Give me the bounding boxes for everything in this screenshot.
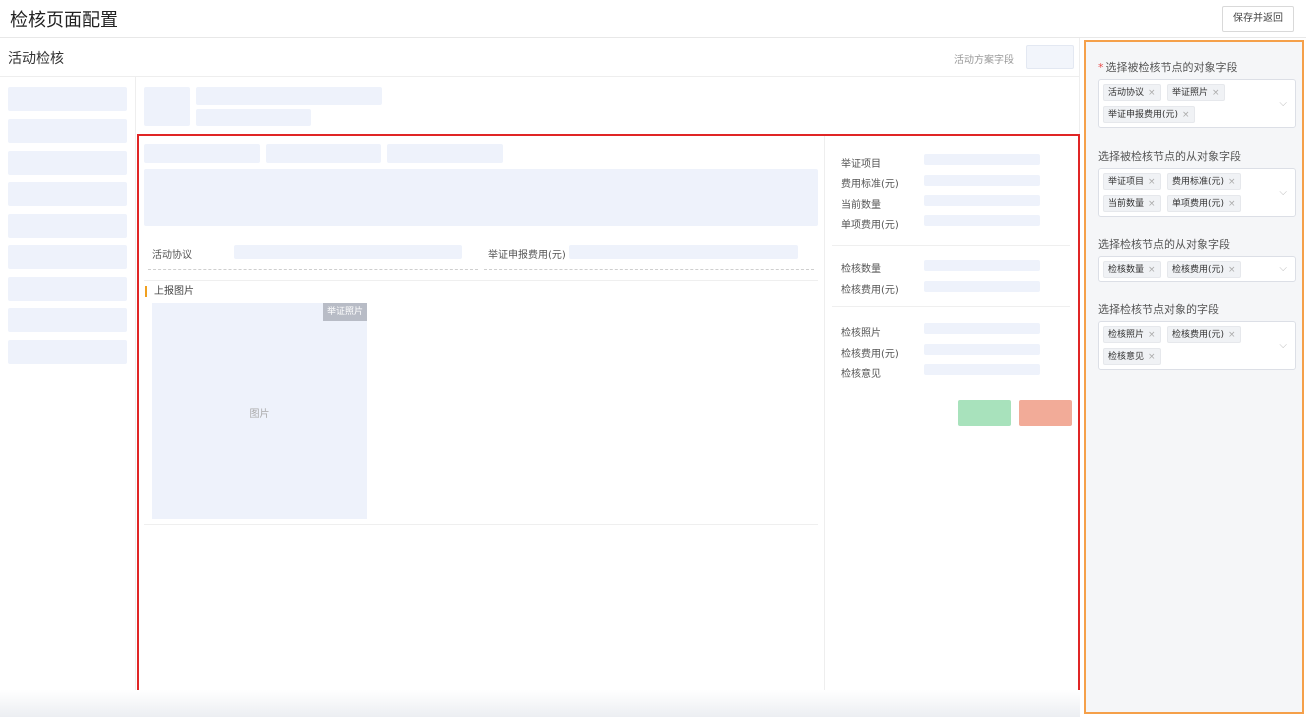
detail-label: 举证项目 [841, 159, 881, 170]
nav-placeholder-item [8, 308, 127, 332]
select-tag: 检核意见 × [1103, 348, 1161, 365]
detail-divider [832, 306, 1070, 307]
select-tag: 举证项目 × [1103, 173, 1161, 190]
section-divider [144, 524, 818, 525]
select-tag: 当前数量 × [1103, 195, 1161, 212]
subtitle-placeholder [196, 109, 311, 126]
photo-tag: 举证照片 [322, 303, 367, 321]
nav-placeholder-item [8, 277, 127, 301]
save-and-return-button[interactable]: 保存并返回 [1222, 6, 1294, 32]
remove-tag-icon[interactable]: × [1148, 352, 1156, 362]
nav-placeholder-item [8, 119, 127, 143]
detail-label: 检核意见 [841, 369, 881, 380]
remove-tag-icon[interactable]: × [1148, 88, 1156, 98]
check-sub-object-field-select[interactable]: 检核数量 × 检核费用(元) × ⌵ [1098, 256, 1296, 282]
scheme-field-input[interactable] [1026, 45, 1074, 69]
select-tag: 检核费用(元) × [1167, 261, 1241, 278]
remove-tag-icon[interactable]: × [1148, 177, 1156, 187]
chevron-down-icon[interactable]: ⌵ [1279, 263, 1287, 274]
chevron-down-icon[interactable]: ⌵ [1279, 98, 1287, 109]
scheme-field-label: 活动方案字段 [954, 55, 1014, 66]
sub-object-field-select[interactable]: 举证项目 × 费用标准(元) × 当前数量 × 单项费用(元) × ⌵ [1098, 168, 1296, 217]
field-underline [484, 269, 814, 270]
field-label-check-sub-object: 选择检核节点的从对象字段 [1098, 238, 1230, 251]
remove-tag-icon[interactable]: × [1228, 330, 1236, 340]
report-photo[interactable]: 举证照片 图片 [152, 303, 367, 519]
remove-tag-icon[interactable]: × [1228, 265, 1236, 275]
select-tag: 检核照片 × [1103, 326, 1161, 343]
banner-placeholder [144, 169, 818, 226]
bottom-shadow [0, 690, 1080, 717]
top-bar: 检核页面配置 保存并返回 [0, 0, 1306, 38]
select-tag: 检核数量 × [1103, 261, 1161, 278]
page-title: 检核页面配置 [10, 10, 118, 31]
detail-label: 单项费用(元) [841, 220, 899, 231]
tab-placeholder [144, 144, 260, 163]
preview-header: 活动检核 活动方案字段 [0, 38, 1080, 77]
field-label-object: * 选择被检核节点的对象字段 [1098, 61, 1238, 74]
remove-tag-icon[interactable]: × [1148, 199, 1156, 209]
content-divider [824, 136, 825, 712]
detail-value [924, 260, 1040, 271]
select-tag: 单项费用(元) × [1167, 195, 1241, 212]
remove-tag-icon[interactable]: × [1228, 199, 1236, 209]
nav-placeholder-item [8, 87, 127, 111]
required-mark: * [1098, 61, 1104, 74]
activity-agreement-label: 活动协议 [152, 250, 192, 261]
chevron-down-icon[interactable]: ⌵ [1279, 340, 1287, 351]
select-tag: 举证申报费用(元) × [1103, 106, 1195, 123]
detail-value [924, 215, 1040, 226]
nav-placeholder-item [8, 151, 127, 175]
proof-fee-value [569, 245, 798, 259]
remove-tag-icon[interactable]: × [1148, 265, 1156, 275]
proof-fee-label: 举证申报费用(元) [488, 250, 566, 261]
activity-agreement-value [234, 245, 462, 259]
detail-divider [832, 245, 1070, 246]
detail-label: 检核费用(元) [841, 285, 899, 296]
detail-label: 检核数量 [841, 264, 881, 275]
title-placeholder [196, 87, 382, 105]
check-object-field-select[interactable]: 检核照片 × 检核费用(元) × 检核意见 × ⌵ [1098, 321, 1296, 370]
section-divider [144, 280, 818, 281]
detail-value [924, 281, 1040, 292]
chevron-down-icon[interactable]: ⌵ [1279, 187, 1287, 198]
left-nav-placeholder [0, 77, 136, 717]
remove-tag-icon[interactable]: × [1148, 330, 1156, 340]
avatar-placeholder [144, 87, 190, 126]
detail-label: 当前数量 [841, 200, 881, 211]
select-tag: 检核费用(元) × [1167, 326, 1241, 343]
tab-placeholder [266, 144, 381, 163]
detail-value [924, 344, 1040, 355]
field-label-sub-object: 选择被检核节点的从对象字段 [1098, 150, 1241, 163]
detail-value [924, 323, 1040, 334]
config-panel: * 选择被检核节点的对象字段 活动协议 × 举证照片 × 举证申报费用(元) × ⌵ 选… [1084, 40, 1304, 714]
field-label-check-object: 选择检核节点对象的字段 [1098, 303, 1219, 316]
select-tag: 举证照片 × [1167, 84, 1225, 101]
nav-placeholder-item [8, 340, 127, 364]
nav-placeholder-item [8, 182, 127, 206]
remove-tag-icon[interactable]: × [1212, 88, 1220, 98]
detail-value [924, 364, 1040, 375]
photo-placeholder-text: 图片 [249, 409, 270, 420]
tab-placeholder [387, 144, 503, 163]
detail-label: 检核照片 [841, 328, 881, 339]
detail-label: 检核费用(元) [841, 349, 899, 360]
reject-button[interactable] [1019, 400, 1072, 426]
section-title: 活动检核 [8, 51, 64, 67]
remove-tag-icon[interactable]: × [1182, 110, 1190, 120]
detail-value [924, 195, 1040, 206]
select-tag: 活动协议 × [1103, 84, 1161, 101]
detail-value [924, 175, 1040, 186]
field-underline [148, 269, 478, 270]
detail-label: 费用标准(元) [841, 179, 899, 190]
report-photos-title: 上报图片 [145, 286, 194, 297]
detail-value [924, 154, 1040, 165]
select-tag: 费用标准(元) × [1167, 173, 1241, 190]
nav-placeholder-item [8, 245, 127, 269]
approve-button[interactable] [958, 400, 1011, 426]
object-field-select[interactable]: 活动协议 × 举证照片 × 举证申报费用(元) × ⌵ [1098, 79, 1296, 128]
nav-placeholder-item [8, 214, 127, 238]
remove-tag-icon[interactable]: × [1228, 177, 1236, 187]
